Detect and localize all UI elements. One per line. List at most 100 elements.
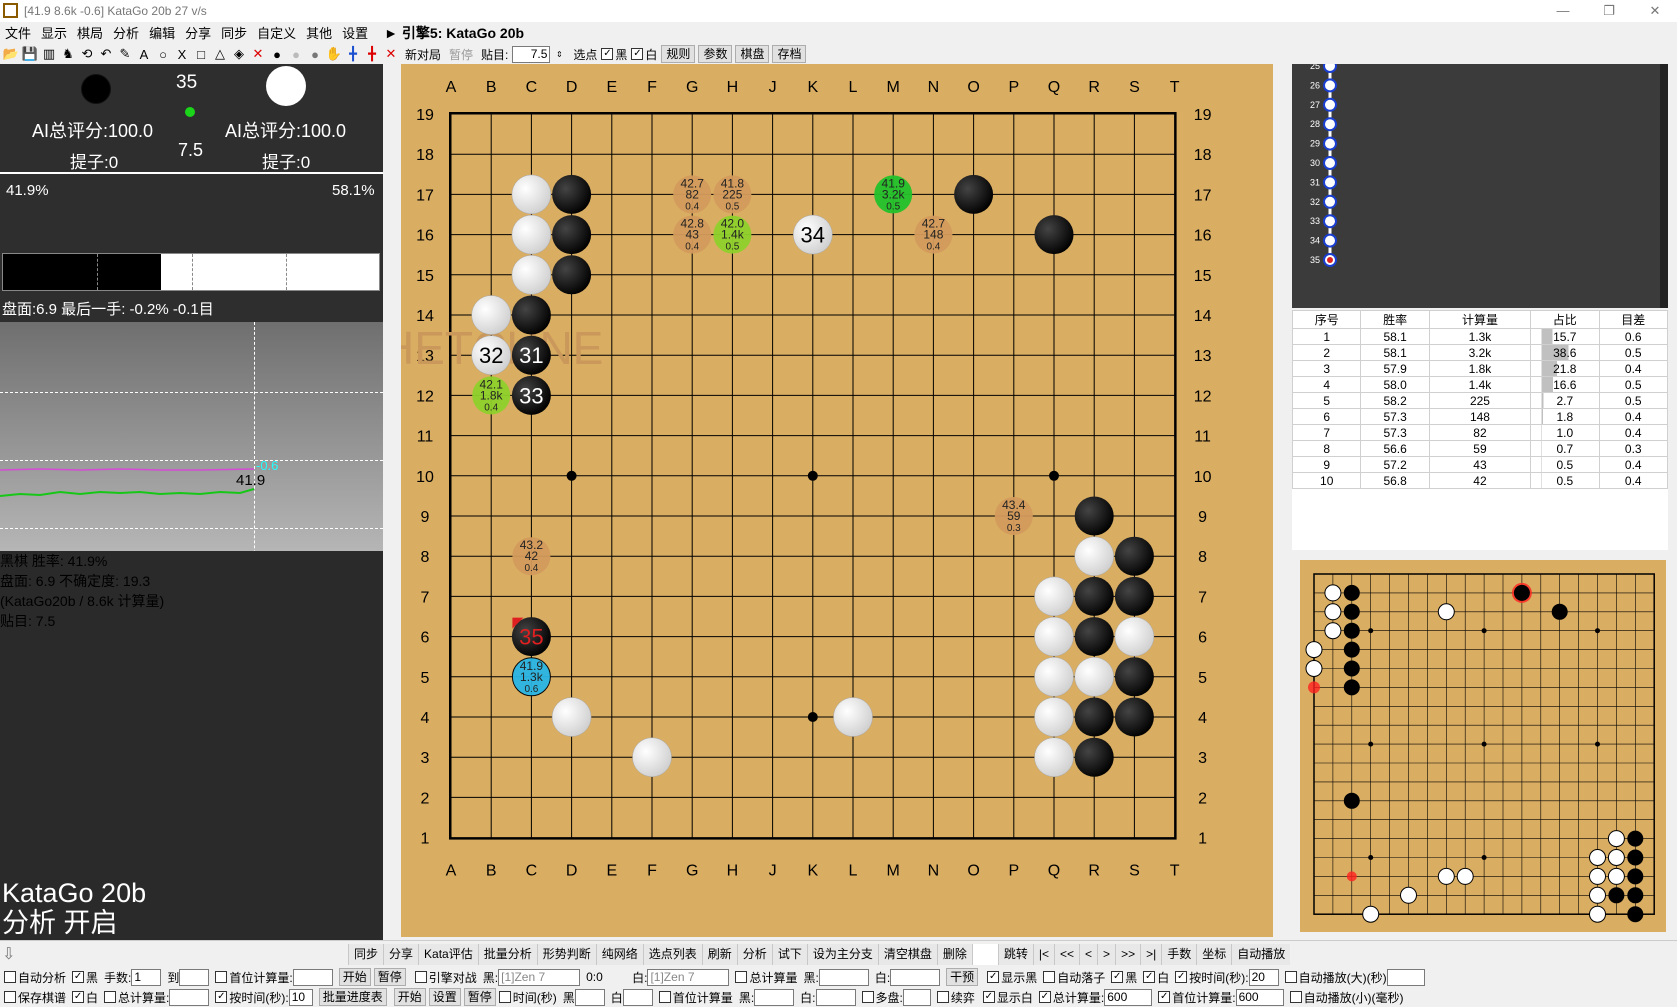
pause-button[interactable]: 暂停 — [449, 46, 473, 63]
delete-mark-icon[interactable]: ✕ — [249, 45, 267, 63]
bottom-button[interactable]: 设为主分支 — [806, 944, 878, 965]
black-stone[interactable] — [1074, 697, 1114, 737]
fc2-white-input[interactable] — [815, 988, 856, 1006]
bottom-button[interactable]: 自动播放 — [1231, 944, 1291, 965]
tree-node[interactable] — [1323, 194, 1337, 209]
bottom-button[interactable]: 坐标 — [1196, 944, 1232, 965]
ap-white-checkbox[interactable]: ✓ — [1143, 971, 1156, 983]
auto-big-input[interactable] — [1386, 968, 1425, 986]
pen-icon[interactable]: ✎ — [116, 45, 134, 63]
white-stone[interactable] — [511, 174, 552, 215]
tree-node[interactable] — [1323, 78, 1337, 93]
black-stone-icon[interactable]: ● — [268, 45, 286, 63]
tc2-black-input[interactable] — [818, 968, 869, 986]
white-stone[interactable] — [632, 737, 672, 777]
time2-checkbox[interactable] — [498, 991, 511, 1003]
bottom-button[interactable]: 试下 — [771, 944, 807, 965]
menu-view[interactable]: 显示 — [36, 23, 72, 45]
black-stone[interactable] — [552, 255, 592, 295]
multi-board-input[interactable] — [902, 988, 931, 1006]
go-board[interactable]: A A B B C C D D E E F F G G H H J J K K L L M M N N O O P P Q Q R R S S T T 19… — [401, 64, 1273, 937]
save-icon[interactable]: 💾 — [21, 45, 39, 63]
total-calc3-checkbox[interactable]: ✓ — [1038, 991, 1051, 1003]
show-white-checkbox[interactable]: ✓ — [982, 991, 995, 1003]
white-stone[interactable] — [511, 214, 552, 255]
table-row[interactable]: 10 56.8 42 0.5 0.4 — [1291, 472, 1669, 489]
battle-settings-button[interactable]: 设置 — [428, 988, 461, 1006]
aa-black-checkbox[interactable]: ✓ — [72, 971, 85, 983]
tree-node[interactable] — [1323, 156, 1337, 170]
white-stone[interactable] — [1074, 657, 1114, 697]
tree-node[interactable] — [1323, 175, 1337, 190]
menu-share[interactable]: 分享 — [180, 23, 216, 45]
flag-blue-icon[interactable]: ╋ — [344, 45, 362, 63]
bird-icon[interactable]: ♞ — [59, 45, 77, 63]
white-stone[interactable] — [1114, 616, 1155, 657]
variation-tree[interactable]: 25 26 27 28 29 30 31 32 33 34 35 — [1292, 59, 1668, 308]
maximize-button[interactable]: ❐ — [1586, 0, 1632, 22]
show-black-checkbox[interactable]: ✓ — [987, 971, 1000, 983]
menu-settings[interactable]: 设置 — [337, 23, 373, 45]
bottom-button[interactable]: >| — [1140, 944, 1162, 965]
eraser-icon[interactable]: ◈ — [230, 45, 248, 63]
mini-board-svg[interactable] — [1300, 560, 1666, 932]
table-row[interactable]: 7 57.3 82 1.0 0.4 — [1291, 424, 1669, 441]
flag-red-icon[interactable]: ╋ — [363, 45, 381, 63]
first-calc-input[interactable] — [292, 968, 333, 986]
tree-node[interactable] — [1323, 136, 1337, 151]
multi-board-checkbox[interactable] — [861, 991, 874, 1003]
auto-big-checkbox[interactable] — [1284, 971, 1297, 983]
table-row[interactable]: 1 58.1 1.3k 15.7 0.6 — [1291, 328, 1669, 345]
tc2-white-input[interactable] — [890, 968, 941, 986]
first-calc3-input[interactable]: 600 — [1235, 988, 1284, 1006]
menu-file[interactable]: 文件 — [0, 23, 36, 45]
time-black-input[interactable] — [574, 988, 605, 1006]
black-stone[interactable] — [552, 215, 592, 255]
tree-svg[interactable]: 25 26 27 28 29 30 31 32 33 34 35 — [1292, 59, 1668, 308]
menu-analysis[interactable]: 分析 — [108, 23, 144, 45]
start-button[interactable]: 开始 — [338, 968, 371, 986]
black-engine-select[interactable]: [1]Zen 7 — [498, 968, 581, 986]
black-stone[interactable] — [1114, 536, 1154, 576]
engine-battle-checkbox[interactable] — [414, 971, 427, 983]
minimize-button[interactable]: — — [1540, 0, 1586, 22]
black-stone[interactable] — [1034, 215, 1074, 255]
refresh-icon[interactable]: ⟲ — [78, 45, 96, 63]
batch-progress-button[interactable]: 批量进度表 — [318, 988, 387, 1006]
pause-batch-button[interactable]: 暂停 — [373, 968, 406, 986]
white-checkbox[interactable]: ✓ — [631, 48, 644, 60]
bottom-button[interactable]: 纯网络 — [595, 944, 643, 965]
ap-black-checkbox[interactable]: ✓ — [1111, 971, 1124, 983]
by-time2-input[interactable]: 20 — [1248, 968, 1279, 986]
tree-node[interactable] — [1323, 214, 1337, 229]
battle-start-button[interactable]: 开始 — [393, 988, 426, 1006]
black-stone[interactable] — [1074, 576, 1114, 616]
black-checkbox[interactable]: ✓ — [601, 48, 614, 60]
new-game-button[interactable]: 新对局 — [405, 46, 441, 63]
hand-icon[interactable]: ✋ — [325, 45, 343, 63]
circle-tool-icon[interactable]: ○ — [154, 45, 172, 63]
resume-checkbox[interactable] — [936, 991, 949, 1003]
total-calc3-input[interactable]: 600 — [1104, 988, 1153, 1006]
black-stone[interactable] — [1114, 697, 1154, 737]
white-stone[interactable] — [1034, 697, 1074, 737]
board-button[interactable]: 棋盘 — [735, 45, 770, 63]
bottom-button[interactable]: 选点列表 — [642, 944, 702, 965]
engine-indicator[interactable]: ► 引擎5: KataGo 20b — [379, 22, 529, 44]
bottom-button[interactable]: 批量分析 — [477, 944, 537, 965]
bottom-button[interactable]: 同步 — [348, 944, 384, 965]
bottom-button[interactable]: |< — [1032, 944, 1055, 965]
auto-small-checkbox[interactable] — [1289, 991, 1302, 1003]
table-row[interactable]: 3 57.9 1.8k 21.8 0.4 — [1291, 360, 1669, 377]
clear-marks-icon[interactable]: ✕ — [382, 45, 400, 63]
table-row[interactable]: 6 57.3 148 1.8 0.4 — [1291, 408, 1669, 425]
gray-stone-icon[interactable]: ● — [287, 45, 305, 63]
bottom-button[interactable]: Kata评估 — [418, 944, 478, 965]
menu-other[interactable]: 其他 — [301, 23, 337, 45]
first-calc2-checkbox[interactable] — [658, 991, 671, 1003]
white-engine-select[interactable]: [1]Zen 7 — [647, 968, 730, 986]
bottom-button[interactable]: 删除 — [936, 944, 972, 965]
params-button[interactable]: 参数 — [698, 45, 733, 63]
bottom-button[interactable]: 形势判断 — [536, 944, 596, 965]
tree-node[interactable] — [1323, 97, 1337, 112]
